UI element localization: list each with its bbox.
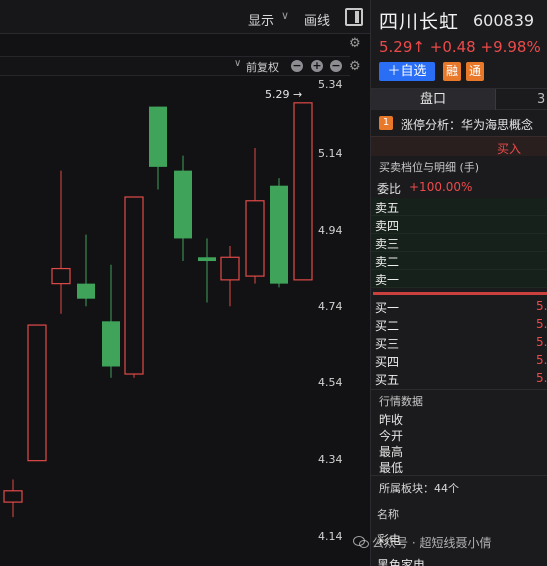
price-tick: 4.74 <box>318 300 343 313</box>
sector-item[interactable]: 黑色家电 <box>377 556 425 566</box>
limit-up-icon: 1 <box>379 116 393 130</box>
bid-label: 买一 <box>375 301 400 315</box>
sector-title[interactable]: 所属板块：44个 <box>379 480 459 496</box>
low-label: 最低 <box>379 461 404 475</box>
ask-label: 卖三 <box>375 237 400 251</box>
candle-body[interactable] <box>149 106 167 167</box>
last-price-marker: 5.29 → <box>265 88 303 101</box>
bid-row[interactable]: 买四 5. <box>371 352 547 370</box>
price-change-pct: +9.98% <box>480 38 541 56</box>
depth-title: 买卖档位与明细 (手) <box>379 161 480 174</box>
high-label: 最高 <box>379 445 404 459</box>
chevron-down-icon[interactable]: ∨ <box>281 9 289 22</box>
candle-body[interactable] <box>27 324 47 462</box>
sector-section: 所属板块：44个 名称 彩电 黑色家电 <box>371 475 547 566</box>
price-tick: 4.54 <box>318 376 343 389</box>
last-price: 5.29↑ <box>379 38 425 56</box>
bid-price: 5. <box>536 353 547 367</box>
wechat-icon <box>353 536 369 548</box>
buy-button[interactable]: 买入 <box>497 140 521 157</box>
candle-body[interactable] <box>293 102 313 281</box>
zoom-out-icon[interactable]: − <box>291 60 303 72</box>
limit-up-analysis[interactable]: 1 涨停分析：华为海思概念 <box>371 111 547 135</box>
price-tick: 5.34 <box>318 78 343 91</box>
ask-label: 卖五 <box>375 201 400 215</box>
gear-icon[interactable]: ⚙ <box>349 36 361 51</box>
candle-body[interactable] <box>3 490 23 503</box>
ask-label: 卖一 <box>375 273 400 287</box>
weibi-label: 委比 <box>377 182 402 196</box>
ask-row[interactable]: 卖四 <box>371 216 547 234</box>
stock-name: 四川长虹 <box>379 11 460 33</box>
candle-body[interactable] <box>174 170 192 239</box>
candle-body[interactable] <box>124 196 144 375</box>
price-tick: 4.94 <box>318 224 343 237</box>
price-tick: 5.14 <box>318 147 343 160</box>
ask-label: 卖二 <box>375 255 400 269</box>
bid-row[interactable]: 买二 5. <box>371 316 547 334</box>
sector-column-header: 名称 <box>377 508 399 521</box>
chevron-down-icon[interactable]: ∨ <box>234 58 241 69</box>
candle-body[interactable] <box>220 256 240 281</box>
ask-row[interactable]: 卖五 <box>371 198 547 216</box>
market-data-section: 行情数据 昨收 今开 最高 最低 <box>371 389 547 475</box>
gear-icon[interactable]: ⚙ <box>349 59 361 74</box>
candlestick-chart[interactable] <box>0 76 318 566</box>
candle-body[interactable] <box>51 267 71 285</box>
price-tick: 4.34 <box>318 453 343 466</box>
quote-panel: 四川长虹 600839 5.29↑ +0.48 +9.98% ＋自选 融 通 盘… <box>370 0 547 566</box>
ask-row[interactable]: 卖三 <box>371 234 547 252</box>
buy-bar[interactable]: 买入 <box>371 136 547 156</box>
ask-label: 卖四 <box>375 219 400 233</box>
bid-price: 5. <box>536 371 547 385</box>
open-label: 今开 <box>379 429 404 443</box>
bid-price: 5. <box>536 335 547 349</box>
prev-close-label: 昨收 <box>379 413 404 427</box>
bid-label: 买五 <box>375 373 400 387</box>
limit-up-text: 涨停分析：华为海思概念 <box>401 118 534 132</box>
connect-badge[interactable]: 通 <box>466 62 484 81</box>
tab-next[interactable]: 3 <box>497 89 547 110</box>
bid-row[interactable]: 买一 5. <box>371 298 547 316</box>
ask-row[interactable]: 卖一 <box>371 270 547 288</box>
bid-label: 买二 <box>375 319 400 333</box>
candle-body[interactable] <box>270 185 288 284</box>
display-button[interactable]: 显示 <box>248 10 274 29</box>
bid-label: 买三 <box>375 337 400 351</box>
candle-body[interactable] <box>245 200 265 277</box>
bid-price: 5. <box>536 299 547 313</box>
chart-area[interactable]: 显示 ∨ 画线 ⚙ ∨ 前复权 − + − ⚙ 5.29 → 5.34 5.14… <box>0 0 370 566</box>
bid-label: 买四 <box>375 355 400 369</box>
adjust-select[interactable]: 前复权 <box>246 59 279 75</box>
stock-code: 600839 <box>473 11 535 30</box>
weibi-value: +100.00% <box>409 180 473 194</box>
panel-tabs: 盘口 3 <box>371 88 547 110</box>
candle-body[interactable] <box>77 283 95 299</box>
bid-price: 5. <box>536 317 547 331</box>
margin-badge[interactable]: 融 <box>443 62 461 81</box>
candle-body[interactable] <box>102 321 120 367</box>
chart-toolbar: 显示 ∨ 画线 <box>0 0 370 34</box>
panel-toggle-icon[interactable] <box>345 8 363 26</box>
bid-row[interactable]: 买三 5. <box>371 334 547 352</box>
minus-icon[interactable]: − <box>330 60 342 72</box>
depth-separator <box>373 292 547 295</box>
market-title: 行情数据 <box>379 395 423 408</box>
candle-body[interactable] <box>198 257 216 262</box>
weibi-row: 委比 +100.00% <box>371 178 547 196</box>
price-change: +0.48 <box>429 38 476 56</box>
draw-line-button[interactable]: 画线 <box>304 10 330 29</box>
price-tick: 4.14 <box>318 530 343 543</box>
zoom-in-icon[interactable]: + <box>311 60 323 72</box>
add-watchlist-button[interactable]: ＋自选 <box>379 62 435 81</box>
bid-row[interactable]: 买五 5. <box>371 370 547 388</box>
tab-pankou[interactable]: 盘口 <box>371 89 496 110</box>
price-line: 5.29↑ +0.48 +9.98% <box>379 38 541 56</box>
ask-row[interactable]: 卖二 <box>371 252 547 270</box>
watermark: 公众号 · 超短线聂小倩 <box>372 536 492 550</box>
